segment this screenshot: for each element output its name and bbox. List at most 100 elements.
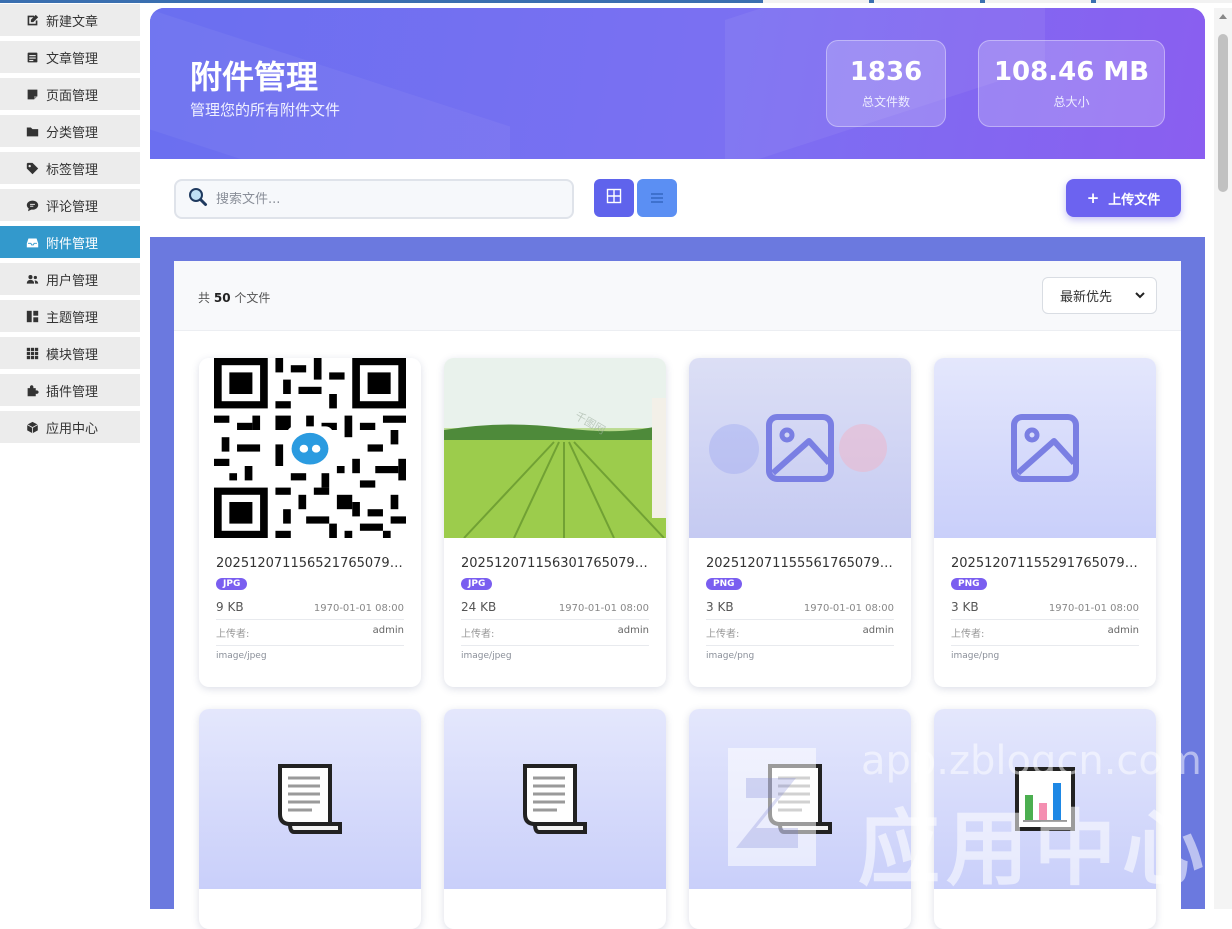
file-thumbnail-photo: 千图网 (444, 358, 666, 538)
file-size: 3 KB (706, 600, 734, 614)
file-date: 1970-01-01 08:00 (803, 603, 894, 614)
image-icon (1011, 414, 1079, 482)
sidebar-item-label: 文章管理 (46, 51, 99, 67)
grid-icon (25, 346, 39, 360)
article-icon (25, 50, 39, 64)
file-card[interactable]: 千图网 202512071156301765079790.jpg JPG 24 … (444, 358, 666, 687)
upload-button[interactable]: + 上传文件 (1066, 179, 1181, 217)
page-title: 附件管理 (190, 58, 319, 96)
file-type-badge: PNG (706, 578, 742, 590)
uploader-label: 上传者: (951, 629, 985, 640)
stat-label: 总文件数 (861, 95, 910, 109)
file-type-badge: JPG (216, 578, 248, 590)
sidebar-item-label: 应用中心 (46, 421, 99, 437)
file-date: 1970-01-01 08:00 (558, 603, 649, 614)
document-icon (768, 764, 832, 834)
sidebar-item-plugins[interactable]: 插件管理 (0, 374, 140, 406)
sidebar-item-pages[interactable]: 页面管理 (0, 78, 140, 110)
sidebar-item-categories[interactable]: 分类管理 (0, 115, 140, 147)
file-card[interactable] (689, 709, 911, 929)
file-name: 202512071155561765079756.png (706, 556, 894, 571)
list-view-button[interactable] (637, 179, 677, 217)
file-type-badge: PNG (951, 578, 987, 590)
edit-icon (25, 13, 39, 27)
scroll-up-icon[interactable] (1219, 14, 1227, 19)
uploader-label: 上传者: (216, 629, 250, 640)
grid-view-icon (606, 188, 622, 208)
sidebar-item-tags[interactable]: 标签管理 (0, 152, 140, 184)
sidebar-item-users[interactable]: 用户管理 (0, 263, 140, 295)
puzzle-icon (25, 383, 39, 397)
file-mime: image/png (706, 651, 755, 661)
sidebar-item-label: 新建文章 (46, 14, 99, 30)
sidebar-item-modules[interactable]: 模块管理 (0, 337, 140, 369)
inbox-icon (25, 235, 39, 249)
file-count: 共 50 个文件 (198, 291, 271, 305)
file-card[interactable] (199, 709, 421, 929)
file-thumbnail-image (934, 358, 1156, 538)
grid-view-button[interactable] (594, 179, 634, 217)
file-type-badge: JPG (461, 578, 493, 590)
sidebar: 新建文章 文章管理 页面管理 分类管理 标签管理 评论管理 附件管理 用户管理 … (0, 4, 140, 448)
plus-icon: + (1086, 188, 1100, 207)
file-name: 202512071156521765079852.jpg (216, 556, 404, 571)
sidebar-item-label: 主题管理 (46, 310, 99, 326)
document-icon (278, 764, 342, 834)
file-thumbnail-document (689, 709, 911, 889)
sidebar-item-label: 模块管理 (46, 347, 99, 363)
file-date: 1970-01-01 08:00 (313, 603, 404, 614)
stat-total-files: 1836 总文件数 (826, 40, 946, 127)
file-thumbnail-chart (934, 709, 1156, 889)
image-icon (766, 414, 834, 482)
folder-icon (25, 124, 39, 138)
sidebar-item-comments[interactable]: 评论管理 (0, 189, 140, 221)
stat-value: 108.46 MB (993, 57, 1150, 87)
sidebar-item-themes[interactable]: 主题管理 (0, 300, 140, 332)
scrollbar-thumb[interactable] (1218, 34, 1228, 192)
uploader-name: admin (862, 625, 894, 636)
sidebar-item-label: 页面管理 (46, 88, 99, 104)
file-size: 3 KB (951, 600, 979, 614)
search-box[interactable] (174, 179, 574, 219)
file-card[interactable]: 202512071155561765079756.png PNG 3 KB 197… (689, 358, 911, 687)
sort-select[interactable]: 最新优先 (1042, 277, 1157, 314)
file-date: 1970-01-01 08:00 (1048, 603, 1139, 614)
sidebar-item-label: 用户管理 (46, 273, 99, 289)
tag-icon (25, 161, 39, 175)
cube-icon (25, 420, 39, 434)
chevron-down-icon (1134, 289, 1146, 301)
theme-icon (25, 309, 39, 323)
sidebar-item-attachments[interactable]: 附件管理 (0, 226, 140, 258)
stat-value: 1836 (849, 57, 923, 87)
document-icon (523, 764, 587, 834)
file-mime: image/jpeg (461, 651, 512, 661)
file-thumbnail-image (689, 358, 911, 538)
search-input[interactable] (216, 191, 556, 207)
page-scrollbar[interactable] (1214, 8, 1232, 909)
sidebar-item-app-center[interactable]: 应用中心 (0, 411, 140, 443)
page-subtitle: 管理您的所有附件文件 (190, 101, 341, 119)
file-card[interactable] (444, 709, 666, 929)
file-name: 202512071155291765079729.png (951, 556, 1139, 571)
sidebar-item-label: 分类管理 (46, 125, 99, 141)
page-icon (25, 87, 39, 101)
file-size: 24 KB (461, 600, 497, 614)
comment-icon (25, 198, 39, 212)
uploader-name: admin (617, 625, 649, 636)
sort-value: 最新优先 (1060, 290, 1113, 305)
uploader-label: 上传者: (706, 629, 740, 640)
file-card[interactable] (934, 709, 1156, 929)
list-view-icon (650, 189, 664, 208)
sidebar-item-articles[interactable]: 文章管理 (0, 41, 140, 73)
list-header: 共 50 个文件 最新优先 (174, 261, 1181, 331)
users-icon (25, 272, 39, 286)
file-size: 9 KB (216, 600, 244, 614)
page-header: 附件管理 管理您的所有附件文件 1836 总文件数 108.46 MB 总大小 (150, 8, 1205, 159)
file-thumbnail-qr-code (199, 358, 421, 538)
file-card[interactable]: 202512071156521765079852.jpg JPG 9 KB 197… (199, 358, 421, 687)
sidebar-item-new-post[interactable]: 新建文章 (0, 4, 140, 36)
stat-total-size: 108.46 MB 总大小 (978, 40, 1165, 127)
file-card[interactable]: 202512071155291765079729.png PNG 3 KB 197… (934, 358, 1156, 687)
top-progress-line (0, 0, 1232, 3)
file-thumbnail-document (199, 709, 421, 889)
